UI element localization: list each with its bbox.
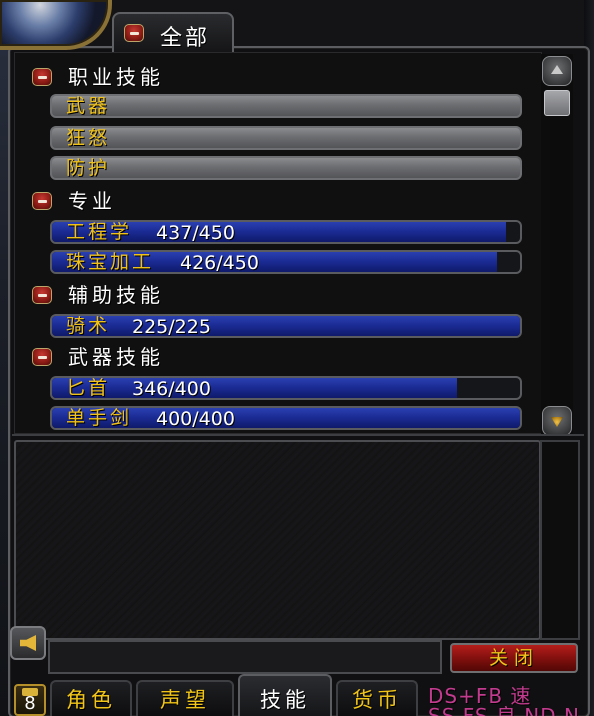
background-chat-text-2: SS FS 良 ND N — [428, 704, 580, 716]
bottom-status-bar — [48, 640, 442, 674]
description-scroll-column — [540, 440, 580, 640]
collapse-category-button[interactable] — [32, 286, 52, 304]
tab-bottom-0[interactable]: 角色 — [50, 680, 132, 716]
category-header[interactable]: 专业 — [68, 189, 116, 213]
skill-value: 400/400 — [156, 408, 235, 430]
skill-description-area — [14, 440, 541, 640]
speaker-icon[interactable] — [10, 626, 46, 660]
skill-name: 武器 — [66, 95, 111, 117]
skill-value: 346/400 — [132, 378, 211, 400]
skill-name: 匕首 — [66, 377, 111, 399]
category-header[interactable]: 武器技能 — [68, 345, 164, 369]
skill-value: 225/225 — [132, 316, 211, 338]
close-button[interactable]: 关闭 — [450, 643, 578, 673]
skill-row[interactable]: 骑术 225/225 — [50, 314, 522, 338]
skill-row[interactable]: 狂怒 — [50, 126, 522, 150]
skill-value: 437/450 — [156, 222, 235, 244]
skill-value: 426/450 — [180, 252, 259, 274]
skill-row[interactable]: 珠宝加工 426/450 — [50, 250, 522, 274]
scroll-down-icon[interactable] — [542, 406, 572, 436]
skill-name: 单手剑 — [66, 407, 133, 429]
tab-bottom-1[interactable]: 声望 — [136, 680, 234, 716]
skill-name: 骑术 — [66, 315, 111, 337]
tab-bottom-2[interactable]: 技能 — [238, 674, 332, 716]
skill-name: 珠宝加工 — [66, 251, 155, 273]
skills-window: 全部 职业技能 武器 狂怒 防护 专业 工程学 437/450 珠宝加工 426/450 辅助技能… — [0, 0, 594, 716]
skill-row[interactable]: 工程学 437/450 — [50, 220, 522, 244]
skill-row[interactable]: 防护 — [50, 156, 522, 180]
category-header[interactable]: 职业技能 — [68, 65, 164, 89]
character-portrait — [0, 0, 112, 50]
skill-row[interactable]: 单手剑 400/400 — [50, 406, 522, 430]
skill-name: 防护 — [66, 157, 111, 179]
skill-row[interactable]: 匕首 346/400 — [50, 376, 522, 400]
divider — [12, 434, 584, 436]
tab-all-label: 全部 — [160, 26, 211, 51]
skill-name: 工程学 — [66, 221, 133, 243]
collapse-category-button[interactable] — [32, 192, 52, 210]
tab-bottom-3[interactable]: 货币 — [336, 680, 418, 716]
skill-progress-fill — [52, 378, 457, 398]
collapse-all-button[interactable] — [124, 24, 144, 42]
collapse-category-button[interactable] — [32, 348, 52, 366]
skill-name: 狂怒 — [66, 127, 111, 149]
skill-row[interactable]: 武器 — [50, 94, 522, 118]
level-badge: 8 — [14, 684, 46, 716]
scrollbar-thumb[interactable] — [544, 90, 570, 116]
skill-progress-fill — [52, 316, 520, 336]
collapse-category-button[interactable] — [32, 68, 52, 86]
category-header[interactable]: 辅助技能 — [68, 283, 164, 307]
scroll-up-icon[interactable] — [542, 56, 572, 86]
